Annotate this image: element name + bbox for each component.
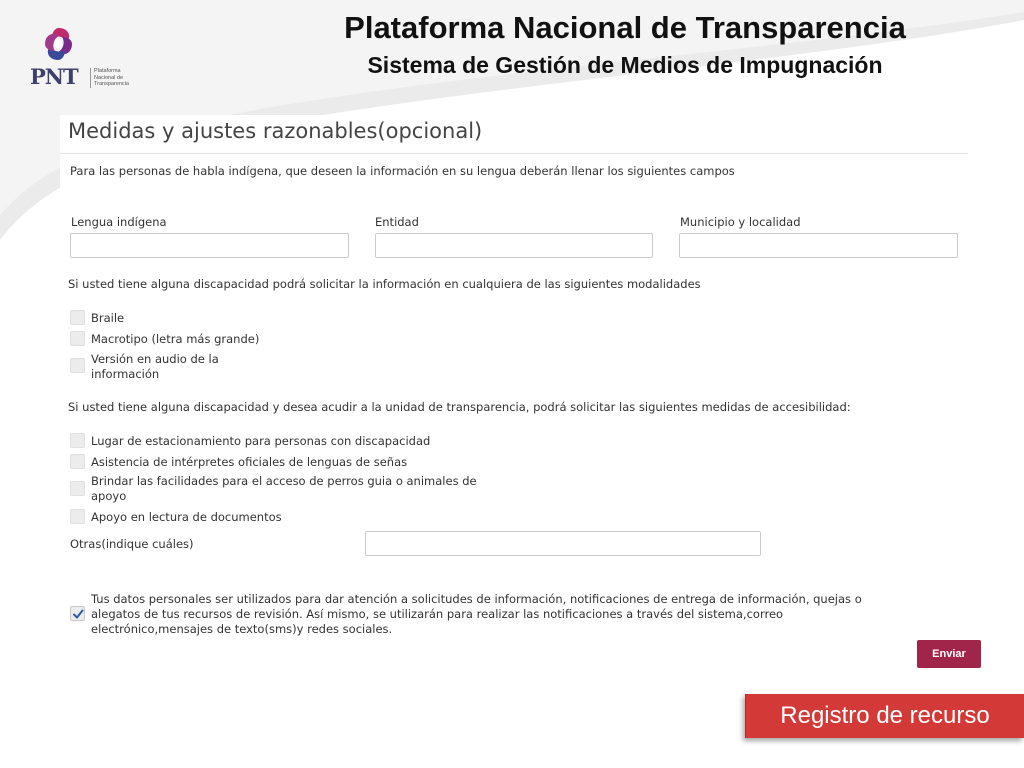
lengua-input[interactable]	[70, 233, 349, 258]
perros-guia-checkbox[interactable]	[70, 481, 85, 496]
municipio-label: Municipio y localidad	[680, 215, 801, 229]
perros-guia-label: Brindar las facilidades para el acceso d…	[91, 474, 477, 503]
audio-checkbox[interactable]	[70, 358, 85, 373]
braile-checkbox[interactable]	[70, 310, 85, 325]
registro-recurso-button[interactable]: Registro de recurso	[745, 694, 1024, 738]
estacionamiento-checkbox[interactable]	[70, 433, 85, 448]
consent-text: Tus datos personales ser utilizados para…	[91, 592, 862, 636]
otras-input[interactable]	[365, 531, 761, 556]
enviar-button[interactable]: Enviar	[917, 640, 981, 668]
lectura-label: Apoyo en lectura de documentos	[91, 510, 282, 524]
estacionamiento-label: Lugar de estacionamiento para personas c…	[91, 434, 431, 448]
consent-checkbox[interactable]	[70, 606, 85, 621]
logo-subtext: Plataforma Nacional de Transparencia	[90, 68, 129, 88]
pnt-logo: PNT Plataforma Nacional de Transparencia	[26, 24, 136, 94]
page-subtitle: Sistema de Gestión de Medios de Impugnac…	[367, 52, 883, 78]
accessibility-intro: Si usted tiene alguna discapacidad y des…	[68, 400, 851, 414]
entidad-input[interactable]	[375, 233, 653, 258]
page-title: Plataforma Nacional de Transparencia	[344, 10, 906, 45]
entidad-label: Entidad	[375, 215, 419, 229]
checkmark-icon	[73, 609, 84, 619]
accessibility-form-panel: Medidas y ajustes razonables(opcional) P…	[60, 115, 981, 680]
macrotipo-checkbox[interactable]	[70, 331, 85, 346]
macrotipo-label: Macrotipo (letra más grande)	[91, 332, 260, 346]
section-title: Medidas y ajustes razonables(opcional)	[68, 119, 483, 143]
section-divider	[60, 153, 968, 154]
indigenous-intro: Para las personas de habla indígena, que…	[70, 164, 735, 178]
lectura-checkbox[interactable]	[70, 509, 85, 524]
interpretes-checkbox[interactable]	[70, 454, 85, 469]
lengua-label: Lengua indígena	[71, 215, 167, 229]
audio-label: Versión en audio de la información	[91, 352, 219, 381]
logo-text: PNT	[30, 64, 79, 89]
interpretes-label: Asistencia de intérpretes oficiales de l…	[91, 455, 408, 469]
municipio-input[interactable]	[679, 233, 958, 258]
otras-label: Otras(indique cuáles)	[70, 537, 194, 551]
modalities-intro: Si usted tiene alguna discapacidad podrá…	[68, 277, 701, 291]
braile-label: Braile	[91, 311, 125, 325]
pnt-flower-icon	[45, 28, 72, 60]
